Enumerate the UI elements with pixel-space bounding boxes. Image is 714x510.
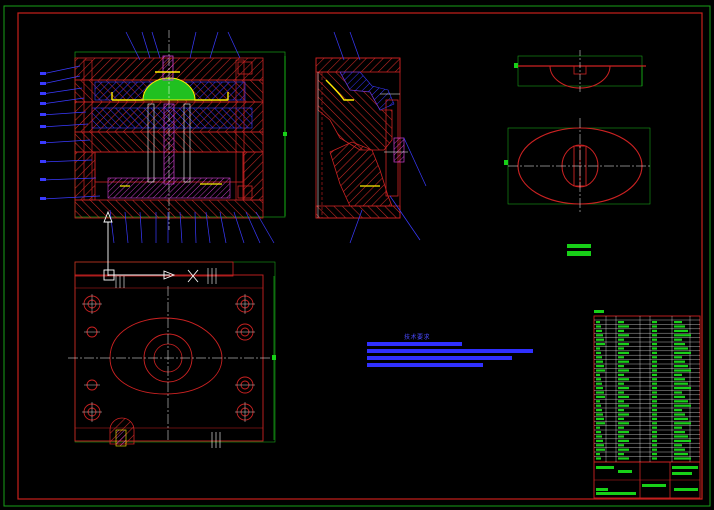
ucs-cursor-icon xyxy=(103,210,199,283)
title-block-with-parts-list xyxy=(593,310,701,499)
part-elevation xyxy=(514,50,646,92)
technical-notes-bars xyxy=(367,342,533,367)
mold-plan-view xyxy=(68,261,276,448)
mold-section-side xyxy=(315,57,408,219)
drawing-canvas xyxy=(3,5,711,507)
part-plan xyxy=(504,118,651,212)
leader-lines-top xyxy=(125,31,241,61)
mold-section-main xyxy=(74,30,287,230)
leader-labels-left xyxy=(40,72,46,200)
scale-label-2 xyxy=(567,251,591,256)
technical-notes-title: 技术要求 xyxy=(404,334,431,341)
scale-label xyxy=(567,244,591,248)
